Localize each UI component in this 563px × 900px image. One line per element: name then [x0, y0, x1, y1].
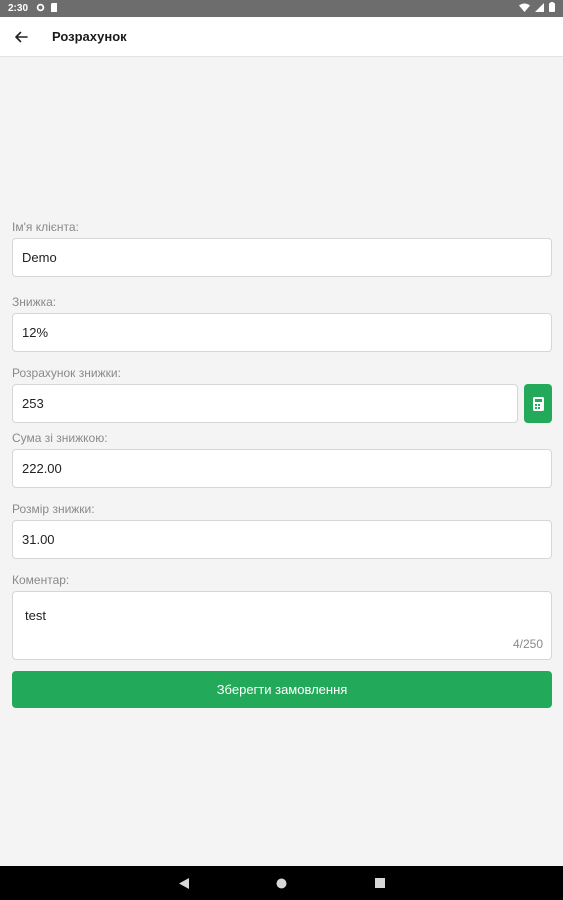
calculate-button[interactable]	[524, 384, 552, 423]
status-bar: 2:30	[0, 0, 563, 17]
client-name-group: Ім'я клієнта: Demo	[12, 220, 552, 277]
settings-icon	[36, 3, 45, 15]
signal-icon	[535, 2, 544, 15]
square-recents-icon	[374, 878, 385, 888]
discount-calc-field[interactable]: 253	[12, 384, 518, 423]
discount-calc-group: Розрахунок знижки: 253	[12, 366, 552, 423]
status-time: 2:30	[8, 3, 29, 14]
triangle-back-icon	[178, 877, 189, 889]
save-order-button[interactable]: Зберегти замовлення	[12, 671, 552, 708]
discount-amount-field[interactable]: 31.00	[12, 520, 552, 559]
discount-group: Знижка: 12%	[12, 295, 552, 352]
calculation-form: Ім'я клієнта: Demo Знижка: 12% Розрахуно…	[12, 220, 552, 708]
discount-calc-label: Розрахунок знижки:	[12, 366, 121, 380]
client-name-field[interactable]: Demo	[12, 238, 552, 277]
arrow-left-icon	[15, 31, 28, 42]
discount-label: Знижка:	[12, 295, 57, 309]
nav-home-button[interactable]	[272, 873, 292, 893]
sum-with-discount-field[interactable]: 222.00	[12, 449, 552, 488]
comment-text: test	[25, 608, 46, 623]
circle-home-icon	[276, 878, 287, 888]
app-bar: Розрахунок	[0, 17, 563, 57]
comment-textarea[interactable]: test 4/250	[12, 591, 552, 660]
sum-with-discount-group: Сума зі знижкою: 222.00	[12, 431, 552, 488]
calculator-icon	[532, 396, 544, 411]
page-title: Розрахунок	[52, 29, 127, 44]
sum-with-discount-label: Сума зі знижкою:	[12, 431, 108, 445]
back-button[interactable]	[1, 17, 41, 57]
comment-label: Коментар:	[12, 573, 70, 587]
discount-field[interactable]: 12%	[12, 313, 552, 352]
comment-group: Коментар: test 4/250	[12, 573, 552, 660]
comment-counter: 4/250	[512, 637, 543, 651]
client-name-label: Ім'я клієнта:	[12, 220, 79, 234]
wifi-icon	[519, 3, 530, 15]
discount-amount-group: Розмір знижки: 31.00	[12, 502, 552, 559]
battery-icon	[549, 2, 555, 15]
sd-card-icon	[51, 2, 58, 15]
nav-back-button[interactable]	[174, 873, 194, 893]
navigation-bar	[0, 866, 563, 900]
nav-recents-button[interactable]	[370, 873, 390, 893]
discount-amount-label: Розмір знижки:	[12, 502, 95, 516]
